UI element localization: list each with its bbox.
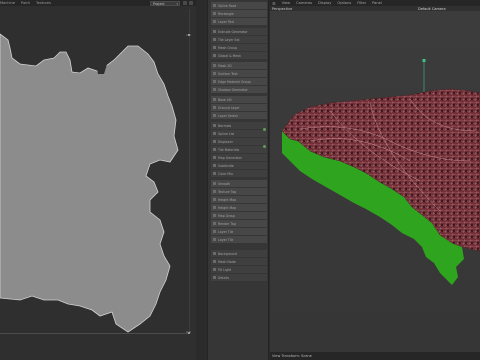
- ruler-label-bottom: 0.0: [186, 330, 191, 334]
- list-item[interactable]: Spline Root: [211, 2, 267, 9]
- list-item[interactable]: Mesh Node: [211, 258, 267, 265]
- menu-view[interactable]: View: [279, 1, 294, 5]
- list-item[interactable]: Ground Layer: [211, 104, 267, 111]
- node-icon: [213, 114, 216, 117]
- view-transform-label: View Transform: Scene: [272, 354, 312, 358]
- node-icon: [213, 230, 216, 233]
- list-item[interactable]: Tile Layer Ext: [211, 36, 267, 43]
- list-item[interactable]: Surface Text: [211, 70, 267, 77]
- list-item[interactable]: Subdivide: [211, 162, 267, 169]
- node-icon: [213, 20, 216, 23]
- node-icon: [213, 54, 216, 57]
- node-icon: [213, 4, 216, 7]
- viewport-panel: ☰ View Cameras Display Options Filter Pa…: [270, 0, 480, 360]
- list-item[interactable]: Global & Mesh: [211, 52, 267, 59]
- node-icon: [213, 72, 216, 75]
- viewport-status-bar: View Transform: Scene: [270, 352, 480, 360]
- viewport-mode-label[interactable]: Perspective: [272, 7, 292, 11]
- list-item[interactable]: Rectangle: [211, 10, 267, 17]
- hamburger-menu-icon[interactable]: ☰: [272, 1, 276, 6]
- list-item[interactable]: Fill Light: [211, 266, 267, 273]
- list-item[interactable]: Layer Tile: [211, 236, 267, 243]
- node-icon: [213, 276, 216, 279]
- node-icon: [213, 222, 216, 225]
- frame-icon[interactable]: [189, 1, 193, 5]
- node-icon: [213, 80, 216, 83]
- node-icon: [213, 252, 216, 255]
- node-icon: [213, 124, 216, 127]
- node-icon: [213, 64, 216, 67]
- list-item[interactable]: Smooth: [211, 180, 267, 187]
- list-item[interactable]: Spline List: [211, 130, 267, 137]
- node-icon: [213, 260, 216, 263]
- ruler-label-top: 1.0: [186, 33, 191, 37]
- node-icon: [213, 206, 216, 209]
- node-icon: [213, 268, 216, 271]
- menu-cameras[interactable]: Cameras: [293, 1, 315, 5]
- menu-filter[interactable]: Filter: [354, 1, 369, 5]
- list-item[interactable]: Edge Material Group: [211, 78, 267, 85]
- node-icon: [213, 190, 216, 193]
- node-icon: [213, 156, 216, 159]
- list-item[interactable]: Displacer: [211, 138, 267, 145]
- list-item[interactable]: Extrude Generator: [211, 28, 267, 35]
- list-item[interactable]: Height Map: [211, 204, 267, 211]
- menu-options[interactable]: Options: [334, 1, 354, 5]
- list-item[interactable]: Height Map: [211, 196, 267, 203]
- spline-canvas[interactable]: [0, 9, 196, 351]
- node-icon: [213, 106, 216, 109]
- node-icon: [213, 98, 216, 101]
- list-item[interactable]: Mask 2D: [211, 62, 267, 69]
- list-item[interactable]: Texture Tag: [211, 188, 267, 195]
- project-dropdown[interactable]: Project ▾: [150, 0, 180, 6]
- node-icon: [213, 38, 216, 41]
- timeline-marker-vertical: [189, 9, 190, 334]
- camera-label[interactable]: Default Camera: [418, 7, 446, 11]
- node-icon: [213, 198, 216, 201]
- node-icon: [213, 172, 216, 175]
- chevron-down-icon: ▾: [176, 1, 178, 6]
- menu-display[interactable]: Display: [315, 1, 334, 5]
- node-icon: [213, 214, 216, 217]
- spline-editor-panel: Machine Point Textures Project ▾ 1.0 0.0: [0, 0, 196, 360]
- timeline-marker-horizontal: [0, 333, 190, 334]
- menu-panel[interactable]: Panel: [369, 1, 385, 5]
- list-item[interactable]: Layer Select: [211, 112, 267, 119]
- menu-point[interactable]: Point: [18, 1, 33, 5]
- list-item[interactable]: Normals: [211, 122, 267, 129]
- list-item[interactable]: Render Tag: [211, 220, 267, 227]
- list-item[interactable]: Background: [211, 250, 267, 257]
- list-item[interactable]: Layer Tile: [211, 228, 267, 235]
- node-icon: [213, 182, 216, 185]
- zoom-icon[interactable]: [183, 1, 187, 5]
- node-icon: [213, 140, 216, 143]
- node-icon: [213, 30, 216, 33]
- node-icon: [213, 148, 216, 151]
- y-axis-handle: [422, 59, 426, 62]
- list-item[interactable]: Mesh Group: [211, 44, 267, 51]
- visibility-dot-icon[interactable]: [263, 128, 266, 131]
- menu-textures[interactable]: Textures: [33, 1, 54, 5]
- list-item[interactable]: Shadow Generator: [211, 86, 267, 93]
- list-item[interactable]: Map Generator: [211, 154, 267, 161]
- node-icon: [213, 88, 216, 91]
- list-item[interactable]: Layer Text: [211, 18, 267, 25]
- region-spline-shape: [0, 33, 179, 333]
- list-item[interactable]: Map Group: [211, 212, 267, 219]
- list-item[interactable]: Tile Materials: [211, 146, 267, 153]
- 3d-viewport[interactable]: [270, 11, 480, 352]
- node-icon: [213, 238, 216, 241]
- list-item[interactable]: Details: [211, 274, 267, 281]
- list-item[interactable]: Color Mix: [211, 170, 267, 177]
- visibility-dot-icon[interactable]: [263, 145, 266, 148]
- list-item[interactable]: Base Lift: [211, 96, 267, 103]
- node-icon: [213, 12, 216, 15]
- node-icon: [213, 132, 216, 135]
- node-icon: [213, 46, 216, 49]
- project-dropdown-label: Project: [153, 1, 165, 6]
- menu-machine[interactable]: Machine: [0, 1, 18, 5]
- node-icon: [213, 164, 216, 167]
- layer-list-panel: Spline Root Rectangle Layer Text Extrude…: [207, 0, 269, 360]
